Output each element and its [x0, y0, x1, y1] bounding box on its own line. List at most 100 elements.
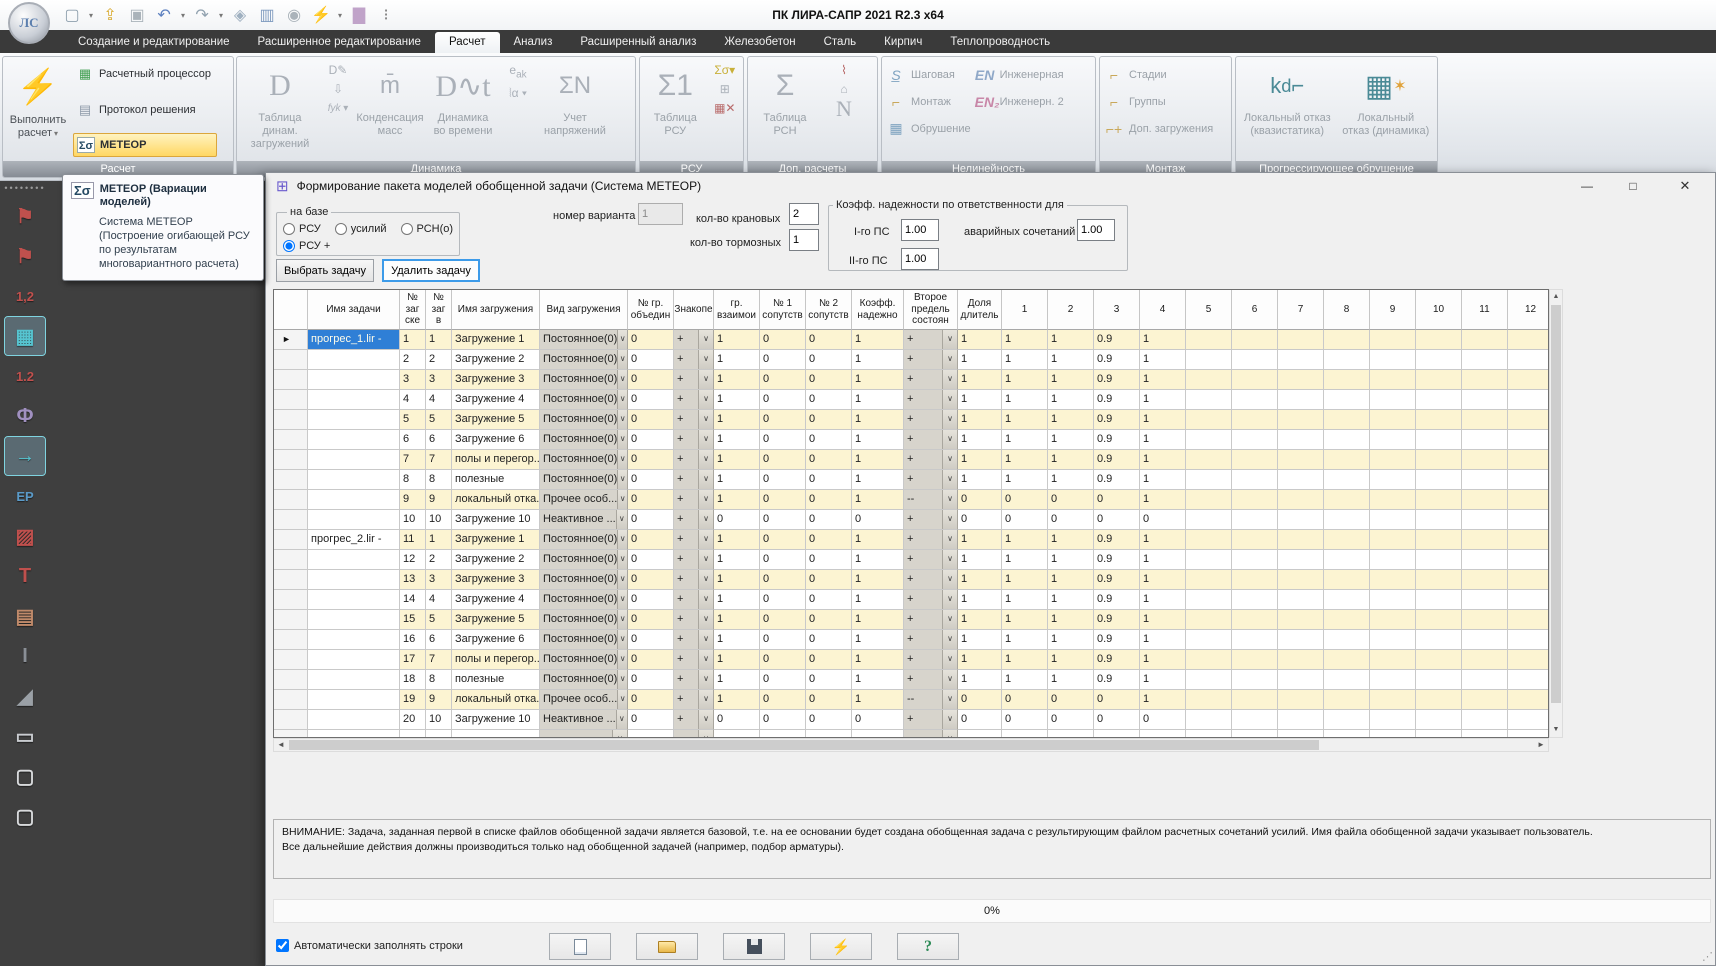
- table-cell[interactable]: +∨: [674, 350, 714, 370]
- table-cell[interactable]: 1: [852, 570, 904, 590]
- table-cell[interactable]: [1232, 490, 1278, 510]
- dropdown-arrow-icon[interactable]: ∨: [612, 730, 627, 738]
- table-cell[interactable]: [1462, 710, 1508, 730]
- dropdown-arrow-icon[interactable]: ∨: [942, 650, 957, 669]
- table-cell[interactable]: [1370, 530, 1416, 550]
- table-cell[interactable]: [1186, 490, 1232, 510]
- table-cell[interactable]: [1508, 330, 1549, 350]
- table-cell[interactable]: Загружение 4: [452, 590, 540, 610]
- table-cell[interactable]: 0: [628, 430, 674, 450]
- table-cell[interactable]: 1: [1048, 570, 1094, 590]
- table-cell[interactable]: [1416, 730, 1462, 738]
- table-cell[interactable]: 18: [400, 670, 426, 690]
- table-cell[interactable]: [1416, 430, 1462, 450]
- table-cell[interactable]: [1186, 690, 1232, 710]
- stairs-icon[interactable]: ◢: [5, 677, 45, 715]
- table-cell[interactable]: [852, 730, 904, 738]
- table-cell[interactable]: [1324, 430, 1370, 450]
- table-cell[interactable]: Постоянное(0)∨: [540, 630, 628, 650]
- tab-Железобетон[interactable]: Железобетон: [710, 32, 809, 53]
- flag-edit-icon[interactable]: ⚑: [5, 237, 45, 275]
- radio-usilij-input[interactable]: [335, 223, 347, 235]
- montazh-nonlinear-button[interactable]: ⌐Монтаж: [886, 89, 971, 114]
- table-cell[interactable]: +∨: [674, 690, 714, 710]
- table-cell[interactable]: 0: [1094, 690, 1140, 710]
- table-cell[interactable]: 1: [714, 370, 760, 390]
- table-cell[interactable]: 0.9: [1094, 370, 1140, 390]
- header-№-1-сопутств[interactable]: № 1 сопутств: [760, 290, 806, 330]
- table-cell[interactable]: 0: [806, 650, 852, 670]
- table-cell[interactable]: 1: [1002, 350, 1048, 370]
- dropdown-arrow-icon[interactable]: ∨: [942, 470, 957, 489]
- table-cell[interactable]: [1462, 550, 1508, 570]
- table-cell[interactable]: [1416, 410, 1462, 430]
- table-cell[interactable]: [308, 410, 400, 430]
- table-cell[interactable]: 0: [806, 350, 852, 370]
- dropdown-arrow-icon[interactable]: ∨: [698, 490, 713, 509]
- table-cell[interactable]: [1462, 510, 1508, 530]
- table-cell[interactable]: 1: [1048, 410, 1094, 430]
- table-cell[interactable]: [1232, 350, 1278, 370]
- table-cell[interactable]: 20: [400, 710, 426, 730]
- table-cell[interactable]: прогрес_2.lir -: [308, 530, 400, 550]
- table-cell[interactable]: 1: [714, 690, 760, 710]
- table-cell[interactable]: 11: [400, 530, 426, 550]
- table-cell[interactable]: 0: [628, 530, 674, 550]
- table-cell[interactable]: [1324, 530, 1370, 550]
- column-icon[interactable]: Т: [5, 557, 45, 595]
- table-cell[interactable]: +∨: [674, 710, 714, 730]
- dropdown-arrow-icon[interactable]: ∨: [942, 530, 957, 549]
- spring-alpha-icon[interactable]: ⦚α ▾: [503, 87, 533, 100]
- table-cell[interactable]: [1186, 650, 1232, 670]
- header-3[interactable]: 3: [1094, 290, 1140, 330]
- new-document-icon[interactable]: ▢: [62, 5, 82, 25]
- table-cell[interactable]: 2: [426, 350, 452, 370]
- table-cell[interactable]: Постоянное(0)∨: [540, 350, 628, 370]
- ps2-input[interactable]: [901, 248, 939, 270]
- table-cell[interactable]: 12: [400, 550, 426, 570]
- open-button[interactable]: [636, 933, 698, 960]
- table-cell[interactable]: 1: [714, 330, 760, 350]
- row-selector[interactable]: [274, 350, 308, 370]
- table-cell[interactable]: 6: [426, 430, 452, 450]
- table-cell[interactable]: 0: [628, 510, 674, 530]
- table-cell[interactable]: 1: [714, 590, 760, 610]
- table-cell[interactable]: [1232, 550, 1278, 570]
- table-cell[interactable]: 0: [760, 490, 806, 510]
- table-cell[interactable]: 0: [628, 390, 674, 410]
- table-cell[interactable]: 14: [400, 590, 426, 610]
- table-cell[interactable]: [1232, 730, 1278, 738]
- stress-account-button[interactable]: ΣN Учет напряжений: [537, 60, 613, 161]
- phi-icon[interactable]: Ф: [5, 397, 45, 435]
- header-№-заг-в[interactable]: № заг в: [426, 290, 452, 330]
- header-Имя-задачи[interactable]: Имя задачи: [308, 290, 400, 330]
- table-cell[interactable]: 1: [958, 470, 1002, 490]
- table-cell[interactable]: [308, 490, 400, 510]
- dropdown-arrow-icon[interactable]: ∨: [617, 670, 627, 689]
- table-cell[interactable]: 1: [714, 670, 760, 690]
- table-cell[interactable]: [1416, 690, 1462, 710]
- table-cell[interactable]: [1186, 330, 1232, 350]
- table-cell[interactable]: 1: [852, 650, 904, 670]
- header-Коэфф.-надежно[interactable]: Коэфф. надежно: [852, 290, 904, 330]
- table-cell[interactable]: 1: [1002, 630, 1048, 650]
- table-cell[interactable]: +∨: [674, 510, 714, 530]
- table-cell[interactable]: [1186, 590, 1232, 610]
- table-cell[interactable]: 0: [628, 610, 674, 630]
- table-cell[interactable]: 1: [714, 490, 760, 510]
- table-cell[interactable]: 0: [714, 510, 760, 530]
- calc-processor-button[interactable]: ▦Расчетный процессор: [73, 62, 217, 86]
- table-cell[interactable]: [1508, 710, 1549, 730]
- table-cell[interactable]: [1232, 330, 1278, 350]
- cranes-input[interactable]: [789, 203, 819, 225]
- table-cell[interactable]: полезные: [452, 470, 540, 490]
- table-cell[interactable]: [1278, 610, 1324, 630]
- book-icon[interactable]: ▥: [257, 5, 277, 25]
- table-cell[interactable]: Постоянное(0)∨: [540, 370, 628, 390]
- dropdown-arrow-icon[interactable]: ∨: [698, 510, 713, 529]
- table-cell[interactable]: 0: [760, 690, 806, 710]
- table-cell[interactable]: 1: [1140, 610, 1186, 630]
- table-cell[interactable]: [308, 390, 400, 410]
- table-cell[interactable]: [426, 730, 452, 738]
- table-cell[interactable]: [1416, 470, 1462, 490]
